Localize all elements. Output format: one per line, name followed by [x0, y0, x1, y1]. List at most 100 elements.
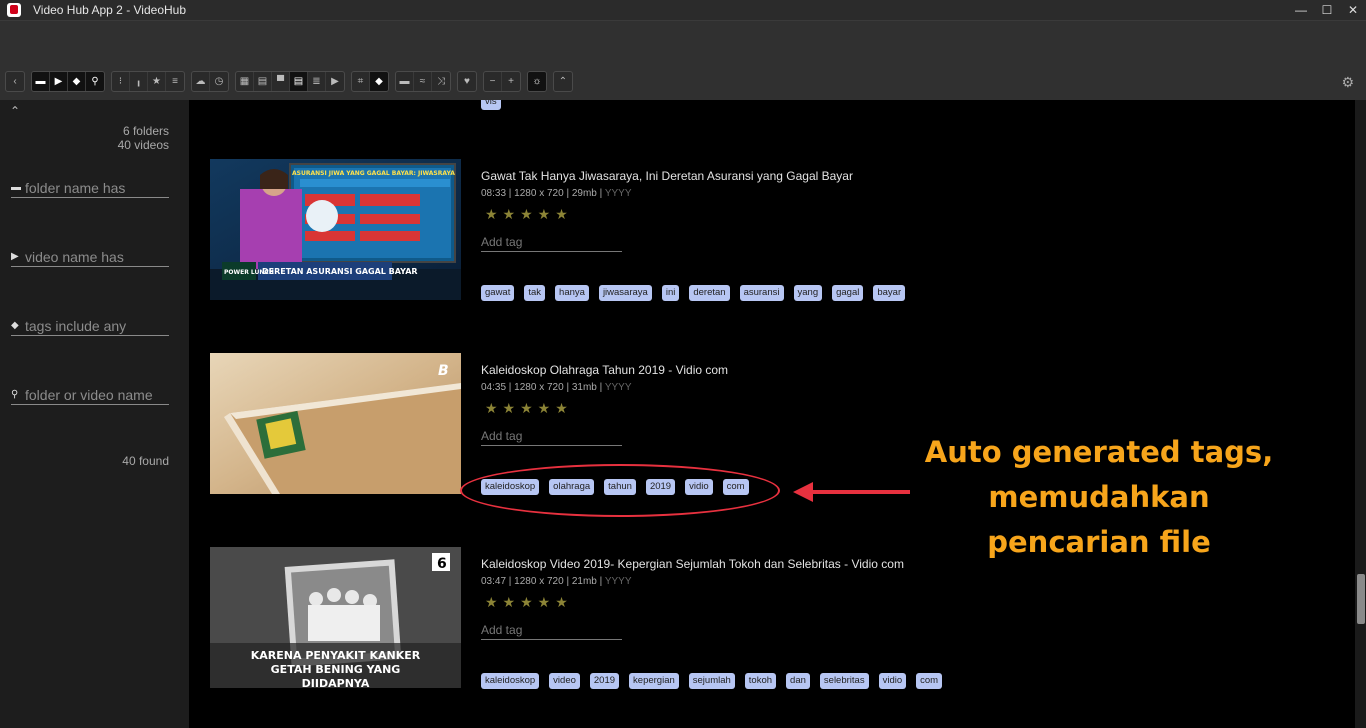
- folders-count: 6 folders: [122, 124, 169, 138]
- video-tag[interactable]: vidio: [878, 673, 907, 689]
- annotation-callout: Auto generated tags, memudahkan pencaria…: [893, 430, 1305, 565]
- video-tag[interactable]: selebritas: [819, 673, 869, 689]
- list-view-icon[interactable]: ▤: [254, 72, 272, 91]
- sort-list-icon[interactable]: ≡: [166, 72, 184, 91]
- scrollbar-thumb[interactable]: [1357, 574, 1365, 624]
- video-tag[interactable]: bayar: [873, 285, 906, 301]
- clips-view-icon[interactable]: ▶: [326, 72, 344, 91]
- video-tag[interactable]: gawat: [481, 285, 515, 301]
- cloud-icon[interactable]: ☁: [192, 72, 210, 91]
- grid-view-icon[interactable]: ▦: [236, 72, 254, 91]
- star-rating[interactable]: ★★★★★: [485, 206, 573, 223]
- brightness-icon[interactable]: ☼: [528, 72, 546, 91]
- toolbar-group-heart: ♥: [457, 71, 477, 92]
- title-bar: Video Hub App 2 - VideoHub — ☐ ✕: [0, 0, 1366, 20]
- video-tag[interactable]: gagal: [832, 285, 864, 301]
- arrow-head-icon: [793, 482, 813, 502]
- toolbar-group-nav: ‹: [5, 71, 25, 92]
- star-rating[interactable]: ★★★★★: [485, 400, 573, 417]
- video-meta-text: 04:35 | 1280 x 720 | 31mb |: [481, 382, 603, 393]
- video-thumbnail[interactable]: ASURANSI JIWA YANG GAGAL BAYAR: JIWASRAY…: [210, 159, 461, 300]
- close-button[interactable]: ✕: [1346, 3, 1360, 17]
- video-tag[interactable]: video: [549, 673, 580, 689]
- toolbar-group-collapse: ⌃: [553, 71, 573, 92]
- add-tag-input[interactable]: Add tag: [481, 623, 622, 640]
- video-tag[interactable]: com: [916, 673, 943, 689]
- video-tag[interactable]: kepergian: [629, 673, 679, 689]
- clock-icon[interactable]: ◷: [210, 72, 228, 91]
- video-title[interactable]: Gawat Tak Hanya Jiwasaraya, Ini Deretan …: [481, 169, 853, 183]
- video-tag[interactable]: ini: [661, 285, 680, 301]
- video-tag[interactable]: kaleidoskop: [481, 673, 540, 689]
- star-icon[interactable]: ★: [148, 72, 166, 91]
- found-count: 40 found: [122, 454, 169, 468]
- video-meta-text: 03:47 | 1280 x 720 | 21mb |: [481, 576, 603, 587]
- tag-icon: ◆: [11, 320, 19, 331]
- video-meta-text: 08:33 | 1280 x 720 | 29mb |: [481, 188, 603, 199]
- highlight-ellipse: [460, 464, 780, 517]
- folder-filter-input[interactable]: [25, 179, 165, 196]
- minimize-button[interactable]: —: [1294, 3, 1308, 17]
- tag-filter-input[interactable]: [25, 317, 165, 334]
- video-title[interactable]: Kaleidoskop Video 2019- Kepergian Sejuml…: [481, 557, 904, 571]
- wave-icon[interactable]: ≈: [414, 72, 432, 91]
- star-rating[interactable]: ★★★★★: [485, 594, 573, 611]
- search-filter-icon[interactable]: ⚲: [86, 72, 104, 91]
- detail-list-view-icon[interactable]: ▤: [290, 72, 308, 91]
- library-stats: 6 folders 40 videos: [118, 124, 169, 152]
- vertical-scrollbar[interactable]: [1355, 100, 1366, 728]
- tag-filter-icon[interactable]: ◆: [68, 72, 86, 91]
- folder-filter-icon[interactable]: ▬: [32, 72, 50, 91]
- video-tag[interactable]: vis: [481, 100, 501, 110]
- sort-az-icon[interactable]: ⁝: [112, 72, 130, 91]
- video-thumbnail[interactable]: B: [210, 353, 461, 494]
- video-tag[interactable]: tak: [524, 285, 546, 301]
- maximize-button[interactable]: ☐: [1320, 3, 1334, 17]
- video-title[interactable]: Kaleidoskop Olahraga Tahun 2019 - Vidio …: [481, 363, 728, 377]
- chevron-up-icon[interactable]: ⌃: [554, 72, 572, 91]
- search-filter-input[interactable]: [25, 386, 165, 403]
- video-filter-icon[interactable]: ▶: [50, 72, 68, 91]
- video-list: vis ASURANSI JIWA YANG GAGAL BAYAR: JIWA…: [189, 100, 1355, 728]
- video-tag[interactable]: tokoh: [744, 673, 777, 689]
- thumb-logo-text: 6: [437, 556, 447, 572]
- video-tag[interactable]: 2019: [589, 673, 620, 689]
- tag-toggle-icon[interactable]: ◆: [370, 72, 388, 91]
- crop-icon[interactable]: ⌗: [352, 72, 370, 91]
- thumb-caption-text: KARENA PENYAKIT KANKER GETAH BENING YANG…: [250, 649, 421, 688]
- callout-line-1: Auto generated tags,: [924, 435, 1274, 469]
- video-thumbnail[interactable]: 6 KARENA PENYAKIT KANKER GETAH BENING YA…: [210, 547, 461, 688]
- histogram-icon[interactable]: ╻: [130, 72, 148, 91]
- callout-line-3: pencarian file: [987, 525, 1211, 559]
- folder-icon: ▬: [11, 182, 21, 193]
- back-icon[interactable]: ‹: [6, 72, 24, 91]
- heart-icon[interactable]: ♥: [458, 72, 476, 91]
- tag-filter: ◆: [11, 316, 169, 336]
- zoom-in-icon[interactable]: +: [502, 72, 520, 91]
- shuffle-icon[interactable]: ⤨: [432, 72, 450, 91]
- video-tag[interactable]: deretan: [689, 285, 730, 301]
- add-tag-input[interactable]: Add tag: [481, 429, 622, 446]
- video-tag[interactable]: dan: [786, 673, 810, 689]
- text-view-icon[interactable]: ≣: [308, 72, 326, 91]
- video-tag[interactable]: yang: [793, 285, 823, 301]
- collapse-caret-icon[interactable]: ⌃: [10, 104, 20, 118]
- open-folder-icon[interactable]: ▬: [396, 72, 414, 91]
- toolbar: ‹ ▬ ▶ ◆ ⚲ ⁝ ╻ ★ ≡ ☁ ◷ ▦ ▤ ▀ ▤ ≣ ▶ ⌗ ◆ ▬ …: [5, 71, 573, 92]
- video-tag[interactable]: hanya: [555, 285, 589, 301]
- video-filter-input[interactable]: [25, 248, 165, 265]
- video-year: YYYY: [604, 382, 632, 393]
- search-filter: ⚲: [11, 385, 169, 405]
- video-item: 6 KARENA PENYAKIT KANKER GETAH BENING YA…: [210, 547, 1110, 689]
- video-tag[interactable]: jiwasaraya: [598, 285, 652, 301]
- toolbar-group-size: ⌗ ◆: [351, 71, 389, 92]
- video-tag[interactable]: sejumlah: [688, 673, 735, 689]
- video-item: ASURANSI JIWA YANG GAGAL BAYAR: JIWASRAY…: [210, 159, 1110, 301]
- gear-icon[interactable]: ⚙: [1341, 74, 1354, 91]
- video-meta: 04:35 | 1280 x 720 | 31mb | YYYY: [481, 382, 632, 393]
- video-tag[interactable]: asuransi: [739, 285, 784, 301]
- details-view-icon[interactable]: ▀: [272, 72, 290, 91]
- zoom-out-icon[interactable]: −: [484, 72, 502, 91]
- add-tag-input[interactable]: Add tag: [481, 235, 622, 252]
- video-meta: 08:33 | 1280 x 720 | 29mb | YYYY: [481, 188, 632, 199]
